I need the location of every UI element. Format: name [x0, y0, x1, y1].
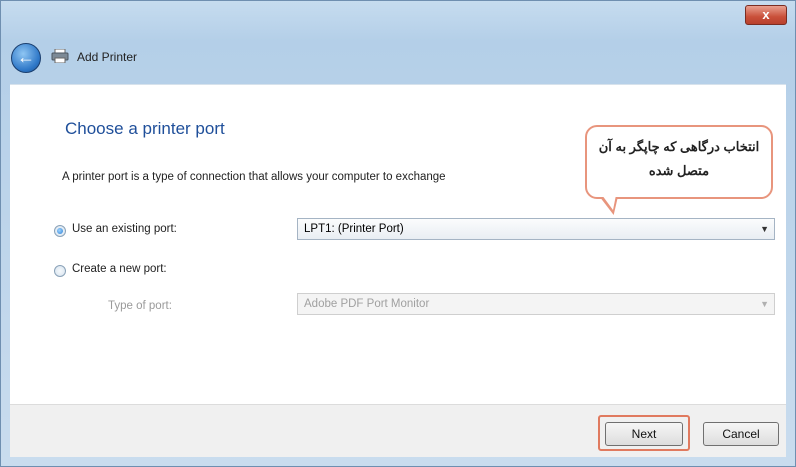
cancel-button[interactable]: Cancel	[703, 422, 779, 446]
wizard-footer: Next Cancel	[10, 404, 786, 457]
window-title: Add Printer	[77, 50, 138, 64]
printer-icon	[51, 49, 69, 63]
existing-port-value: LPT1: (Printer Port)	[304, 223, 404, 235]
use-existing-port-label[interactable]: Use an existing port:	[72, 223, 177, 235]
add-printer-window: x ← Add Printer Choose a printer port A …	[0, 0, 796, 467]
create-new-port-radio[interactable]	[54, 265, 66, 277]
back-arrow-icon[interactable]: ←	[11, 43, 41, 73]
callout-text: انتخاب درگاهی که چاپگر به آن متصل شده	[598, 139, 760, 178]
existing-port-select[interactable]: LPT1: (Printer Port) ▼	[297, 218, 775, 240]
create-new-port-label[interactable]: Create a new port:	[72, 263, 167, 275]
page-heading: Choose a printer port	[65, 119, 225, 138]
port-type-select[interactable]: Adobe PDF Port Monitor ▼	[297, 293, 775, 315]
port-type-label: Type of port:	[108, 300, 172, 312]
chevron-down-icon: ▼	[760, 224, 769, 234]
annotation-callout: انتخاب درگاهی که چاپگر به آن متصل شده	[585, 125, 773, 199]
page-description: A printer port is a type of connection t…	[62, 171, 446, 183]
close-button[interactable]: x	[745, 5, 787, 25]
chevron-down-icon: ▼	[760, 299, 769, 309]
port-type-value: Adobe PDF Port Monitor	[304, 298, 430, 310]
navigation-bar: ← Add Printer	[11, 41, 511, 75]
use-existing-port-radio[interactable]	[54, 225, 66, 237]
next-button[interactable]: Next	[605, 422, 683, 446]
